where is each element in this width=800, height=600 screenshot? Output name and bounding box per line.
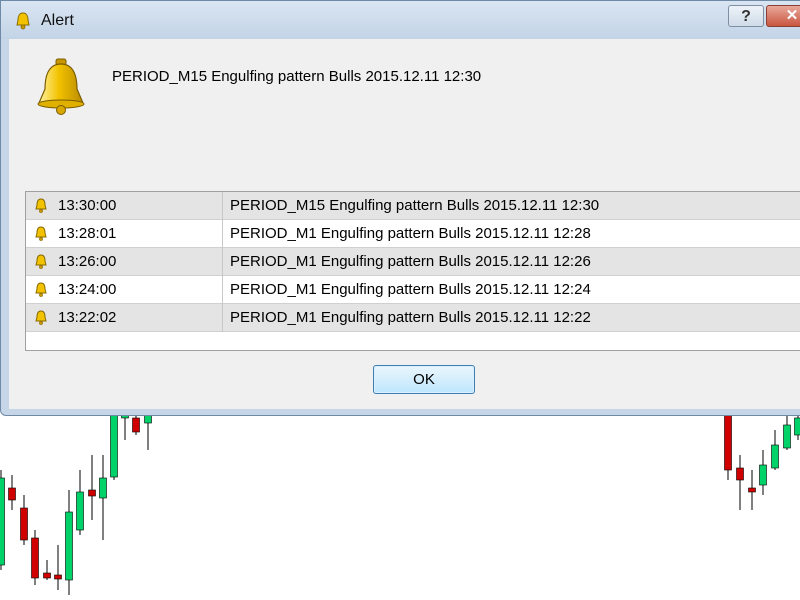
bull-candle: [759, 450, 767, 495]
candle-body: [783, 424, 791, 449]
candle-body: [724, 409, 732, 471]
column-divider: [222, 276, 223, 304]
help-button[interactable]: ?: [728, 5, 764, 27]
candle-body: [88, 489, 96, 497]
title-bar: Alert ? ✕: [1, 1, 800, 39]
bull-candle: [783, 410, 791, 450]
alert-time: 13:24:00: [58, 281, 117, 298]
candle-body: [771, 444, 779, 469]
bear-candle: [88, 455, 96, 520]
bell-icon: [35, 198, 47, 213]
bear-candle: [31, 530, 39, 585]
alert-text: PERIOD_M1 Engulfing pattern Bulls 2015.1…: [230, 253, 591, 270]
bell-icon: [37, 58, 85, 115]
bull-candle: [0, 470, 5, 570]
alert-history-list[interactable]: 13:30:00 PERIOD_M15 Engulfing pattern Bu…: [25, 191, 800, 351]
candle-body: [794, 417, 800, 436]
window-title: Alert: [41, 12, 74, 29]
candle-body: [65, 511, 73, 581]
bull-candle: [65, 490, 73, 595]
column-divider: [222, 192, 223, 220]
alert-text: PERIOD_M15 Engulfing pattern Bulls 2015.…: [230, 197, 600, 214]
candle-body: [76, 491, 84, 531]
candle-body: [748, 487, 756, 493]
bear-candle: [748, 470, 756, 510]
bear-candle: [54, 545, 62, 590]
list-item[interactable]: 13:24:00 PERIOD_M1 Engulfing pattern Bul…: [26, 276, 800, 304]
column-divider: [222, 248, 223, 276]
candle-body: [736, 467, 744, 481]
list-item[interactable]: 13:26:00 PERIOD_M1 Engulfing pattern Bul…: [26, 248, 800, 276]
bull-candle: [771, 430, 779, 470]
alert-time: 13:30:00: [58, 197, 117, 214]
bell-icon: [35, 282, 47, 297]
bull-candle: [144, 409, 152, 450]
candle-body: [31, 537, 39, 579]
alert-text: PERIOD_M1 Engulfing pattern Bulls 2015.1…: [230, 281, 591, 298]
bell-icon: [35, 254, 47, 269]
candle-body: [54, 574, 62, 580]
candle-body: [99, 477, 107, 499]
bell-icon: [16, 12, 30, 30]
list-item[interactable]: 13:30:00 PERIOD_M15 Engulfing pattern Bu…: [26, 192, 800, 220]
dialog-body: PERIOD_M15 Engulfing pattern Bulls 2015.…: [9, 39, 800, 409]
close-button[interactable]: ✕: [766, 5, 800, 27]
bull-candle: [99, 455, 107, 540]
candle-body: [20, 507, 28, 541]
bull-candle: [110, 409, 118, 480]
bell-icon: [35, 310, 47, 325]
bear-candle: [20, 495, 28, 545]
alert-window: Alert ? ✕ PERIOD_M15 Engulfing pattern B…: [0, 0, 800, 416]
alert-message: PERIOD_M15 Engulfing pattern Bulls 2015.…: [112, 68, 482, 85]
list-item[interactable]: 13:28:01 PERIOD_M1 Engulfing pattern Bul…: [26, 220, 800, 248]
alert-time: 13:22:02: [58, 309, 117, 326]
bull-candle: [76, 470, 84, 535]
bear-candle: [8, 475, 16, 510]
ok-button[interactable]: OK: [373, 365, 475, 394]
alert-time: 13:26:00: [58, 253, 117, 270]
candle-body: [759, 464, 767, 486]
candle-body: [110, 409, 118, 478]
alert-text: PERIOD_M1 Engulfing pattern Bulls 2015.1…: [230, 309, 591, 326]
candle-body: [8, 487, 16, 501]
bear-candle: [724, 409, 732, 480]
alert-text: PERIOD_M1 Engulfing pattern Bulls 2015.1…: [230, 225, 591, 242]
column-divider: [222, 220, 223, 248]
list-item[interactable]: 13:22:02 PERIOD_M1 Engulfing pattern Bul…: [26, 304, 800, 332]
candle-body: [43, 572, 51, 579]
bell-icon: [35, 226, 47, 241]
bear-candle: [43, 560, 51, 580]
candle-body: [132, 417, 140, 433]
candle-body: [0, 477, 5, 566]
column-divider: [222, 304, 223, 332]
bear-candle: [736, 455, 744, 510]
alert-time: 13:28:01: [58, 225, 117, 242]
